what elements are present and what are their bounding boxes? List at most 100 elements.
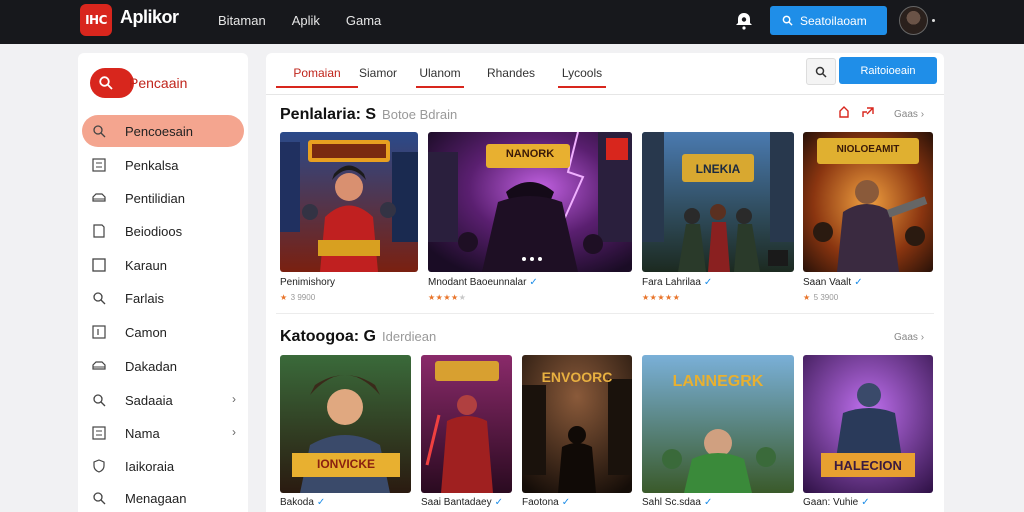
game-title[interactable]: Sahl Sc.sdaa ✓ xyxy=(642,497,712,508)
game-title[interactable]: Mnodant Baoeunnalar ✓ xyxy=(428,277,538,288)
cover-banner: LANNEGRK xyxy=(672,373,764,390)
sidebar-search-button[interactable] xyxy=(90,68,134,98)
app-logo-text[interactable]: Aplikor xyxy=(120,7,179,28)
game-title-text: Mnodant Baoeunnalar xyxy=(428,277,527,288)
sidebar-item[interactable]: Sadaaia › xyxy=(82,384,244,416)
search-icon xyxy=(99,76,113,90)
game-cover-image: ENVOORC xyxy=(522,355,632,493)
section-more-link[interactable]: Gaas › xyxy=(894,332,924,343)
panel-search-button[interactable] xyxy=(806,58,836,85)
sidebar-item[interactable]: Camon xyxy=(82,316,244,348)
chevron-right-icon: › xyxy=(920,332,925,343)
game-title[interactable]: Faotona ✓ xyxy=(522,497,570,508)
document-icon xyxy=(91,223,107,239)
search-icon xyxy=(782,15,793,26)
game-title-text: Bakoda xyxy=(280,497,314,508)
car-icon xyxy=(91,190,107,206)
sidebar-item[interactable]: Farlais xyxy=(82,282,244,314)
game-title[interactable]: Gaan: Vuhie ✓ xyxy=(803,497,870,508)
chevron-right-icon: › xyxy=(232,425,236,439)
more-label: Gaas xyxy=(894,109,918,120)
game-cover-image xyxy=(421,355,512,493)
nav-link-3[interactable]: Gama xyxy=(346,13,381,28)
game-title[interactable]: Saan Vaalt ✓ xyxy=(803,277,863,288)
sidebar-item-label: Pencoesain xyxy=(125,123,193,139)
nav-link-2[interactable]: Aplik xyxy=(292,13,320,28)
game-title[interactable]: Fara Lahrilaa ✓ xyxy=(642,277,712,288)
sidebar-item-label: Camon xyxy=(125,324,167,340)
game-title-text: Fara Lahrilaa xyxy=(642,277,701,288)
sidebar-item[interactable]: Karaun xyxy=(82,249,244,281)
game-card[interactable]: LANNEGRK Sahl Sc.sdaa ✓ xyxy=(642,355,794,512)
sidebar-search-label[interactable]: Pencaain xyxy=(129,75,187,91)
top-nav: Bitaman Aplik Gama xyxy=(218,13,407,28)
sidebar-item-label: Sadaaia xyxy=(125,392,173,408)
tab-4[interactable]: Rhandes xyxy=(484,60,538,88)
search-icon xyxy=(815,66,827,78)
avatar[interactable] xyxy=(899,6,928,35)
tab-1[interactable]: Pomaian xyxy=(276,60,358,88)
more-label: Gaas xyxy=(894,332,918,343)
game-title[interactable]: Saai Bantadaey ✓ xyxy=(421,497,503,508)
game-card[interactable]: NANORK Mnodant Baoeunnalar ✓ ★★★★★ xyxy=(428,132,632,302)
search-icon xyxy=(91,123,107,139)
verified-icon: ✓ xyxy=(854,277,863,288)
sidebar-item[interactable]: Pentilidian xyxy=(82,182,244,214)
sidebar-item[interactable]: Dakadan xyxy=(82,350,244,382)
rating: ★★★★★ xyxy=(428,293,467,302)
square-icon xyxy=(91,257,107,273)
game-title[interactable]: Penimishory xyxy=(280,277,335,288)
game-card[interactable]: NIOLOEAMIT Saan Vaalt ✓ ★ 5 3900 xyxy=(803,132,933,302)
cover-banner: NANORK xyxy=(505,148,555,160)
verified-icon: ✓ xyxy=(494,497,504,508)
game-card[interactable]: Saai Bantadaey ✓ xyxy=(421,355,512,512)
sidebar-item[interactable]: Pencoesain xyxy=(82,115,244,147)
share-icon[interactable] xyxy=(862,106,874,118)
game-cover-image xyxy=(280,132,418,272)
game-title-text: Gaan: Vuhie xyxy=(803,497,859,508)
game-card[interactable]: LNEKIA Fara Lahrilaa ✓ ★★★★★ xyxy=(642,132,794,302)
sidebar-item-label: Nama xyxy=(125,425,160,441)
tab-3[interactable]: Ulanom xyxy=(416,60,464,88)
section-more-link[interactable]: Gaas › xyxy=(894,109,924,120)
verified-icon: ✓ xyxy=(703,497,713,508)
bookmark-icon[interactable] xyxy=(838,106,850,118)
sidebar-item-label: Farlais xyxy=(125,290,165,306)
game-card[interactable]: Penimishory ★ 3 9900 xyxy=(280,132,418,302)
rating: ★ 5 3900 xyxy=(803,293,839,302)
game-card[interactable]: IONVICKE Bakoda ✓ xyxy=(280,355,411,512)
sidebar-item[interactable]: Menagaan xyxy=(82,482,244,512)
section-subtitle: Botoe Bdrain xyxy=(382,107,458,122)
logo-icon[interactable]: IHC xyxy=(80,4,112,36)
sidebar-item-label: Karaun xyxy=(125,257,167,273)
section-divider xyxy=(276,313,934,314)
game-cover-image: LANNEGRK xyxy=(642,355,794,493)
sidebar-item[interactable]: Iaikoraia xyxy=(82,450,244,482)
sidebar-item-label: Dakadan xyxy=(125,358,178,374)
tab-label: Pomaian xyxy=(293,66,341,80)
rating: ★ 3 9900 xyxy=(280,293,316,302)
game-card[interactable]: HALECION Gaan: Vuhie ✓ xyxy=(803,355,933,512)
cover-banner: IONVICKE xyxy=(316,457,375,471)
game-title[interactable]: Bakoda ✓ xyxy=(280,497,325,508)
sidebar-item[interactable]: Penkalsa xyxy=(82,149,244,181)
section-title-text: Penlalaria: S xyxy=(280,106,377,123)
top-search-button[interactable]: Seatoilaoam xyxy=(770,6,887,35)
notification-icon[interactable] xyxy=(735,12,753,30)
panel-action-button[interactable]: Raitoioeain xyxy=(839,57,937,84)
game-cover-image: NANORK xyxy=(428,132,632,272)
tab-5[interactable]: Lycools xyxy=(558,60,606,88)
search-icon xyxy=(91,290,107,306)
game-cover-image: LNEKIA xyxy=(642,132,794,272)
section-title: Penlalaria: S Botoe Bdrain xyxy=(280,106,457,124)
sidebar-item-label: Iaikoraia xyxy=(125,458,175,474)
top-bar: IHC Aplikor Bitaman Aplik Gama Seatoilao… xyxy=(0,0,1024,44)
tab-2[interactable]: Siamor xyxy=(358,60,398,88)
game-title-text: Sahl Sc.sdaa xyxy=(642,497,701,508)
shield-icon xyxy=(91,458,107,474)
game-card[interactable]: ENVOORC Faotona ✓ xyxy=(522,355,632,512)
nav-link-1[interactable]: Bitaman xyxy=(218,13,266,28)
sidebar-item[interactable]: Nama › xyxy=(82,417,244,449)
game-cover-image: HALECION xyxy=(803,355,933,493)
sidebar-item[interactable]: Beiodioos xyxy=(82,215,244,247)
